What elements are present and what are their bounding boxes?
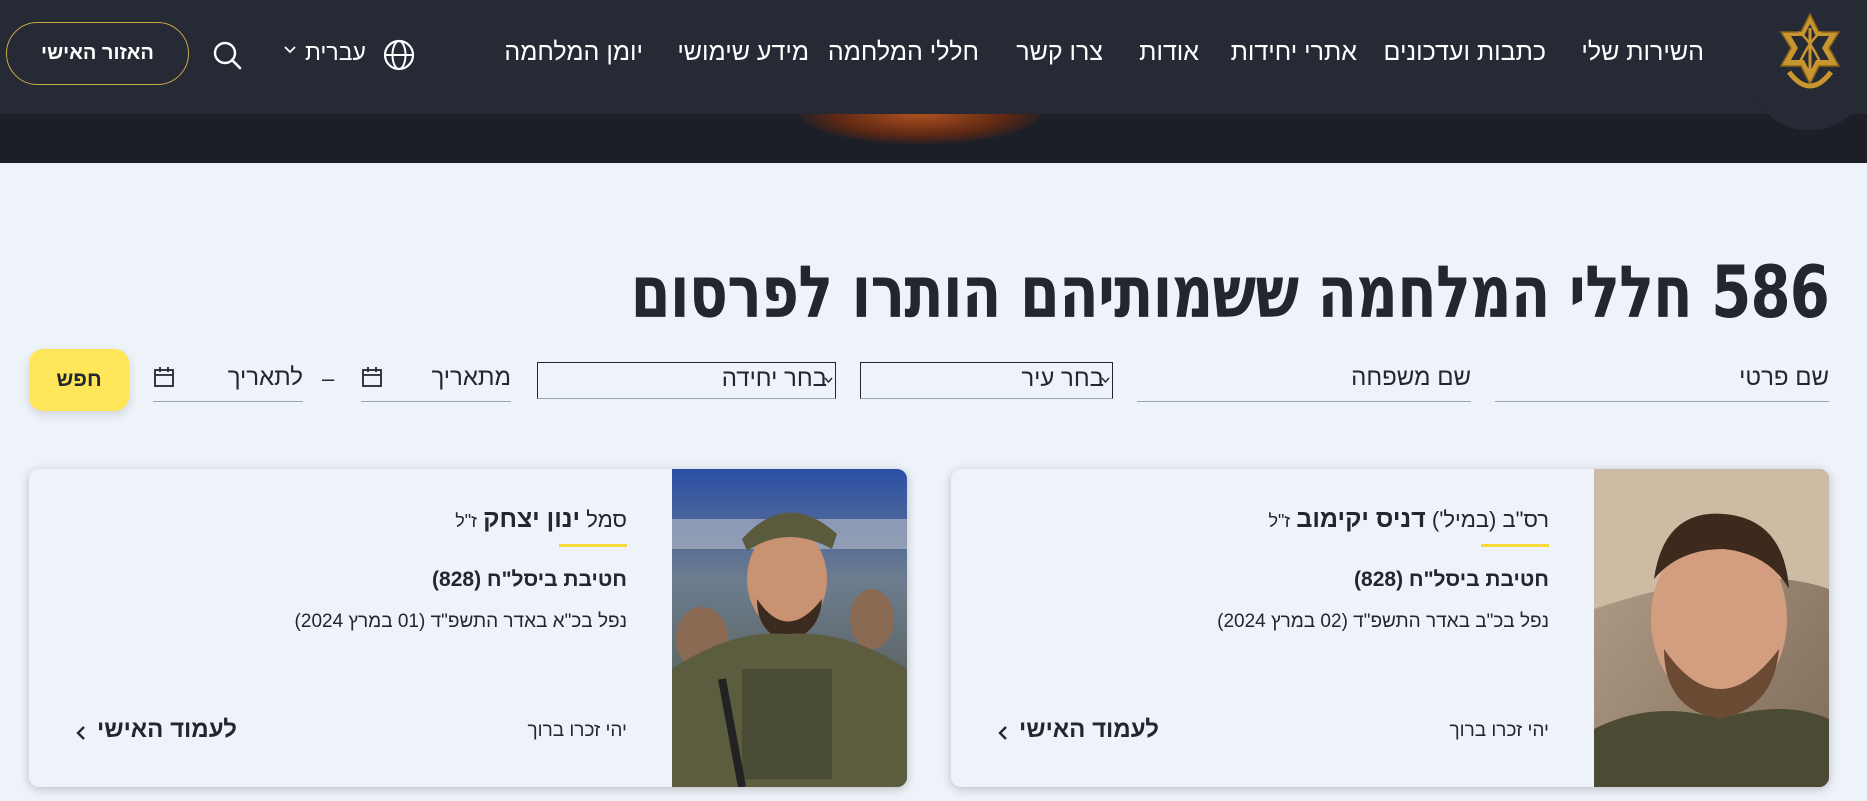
- soldier-rank: רס"ב: [1502, 507, 1550, 532]
- city-select-label: בחר עיר: [1021, 365, 1104, 392]
- calendar-icon[interactable]: [361, 366, 383, 388]
- memorial-text: יהי זכרו ברוך: [527, 720, 627, 741]
- chevron-left-icon[interactable]: [997, 725, 1009, 741]
- hero-glow: [800, 114, 1040, 144]
- globe-icon[interactable]: [382, 38, 416, 72]
- page-title: 586 חללי המלחמה ששמותיהם הותרו לפרסום: [630, 250, 1830, 334]
- idf-emblem-icon[interactable]: [1769, 10, 1851, 105]
- soldier-unit: חטיבת ביסל"ח (828): [1354, 568, 1549, 591]
- soldier-rank-extra: (במיל'): [1431, 507, 1497, 532]
- chevron-left-icon[interactable]: [75, 725, 87, 741]
- name-underline: [1481, 544, 1549, 547]
- to-date-placeholder: לתאריך: [227, 364, 303, 391]
- fallen-card[interactable]: רס"ב (במיל') דניס יקימוב ז"ל חטיבת ביסל"…: [951, 469, 1829, 787]
- from-date-placeholder: מתאריך: [431, 364, 511, 391]
- chevron-down-icon[interactable]: [283, 45, 297, 55]
- personal-page-link[interactable]: לעמוד האישי: [1019, 716, 1159, 744]
- nav-item-contact[interactable]: צרו קשר: [1016, 38, 1103, 67]
- last-name-placeholder: שם משפחה: [1351, 364, 1471, 391]
- name-underline: [559, 544, 627, 547]
- hero-banner: [0, 114, 1867, 163]
- calendar-icon[interactable]: [153, 366, 175, 388]
- soldier-name: רס"ב (במיל') דניס יקימוב ז"ל: [1268, 505, 1549, 534]
- soldier-fell-date: נפל בכ"א באדר התשפ"ד (01 במרץ 2024): [294, 611, 627, 632]
- fallen-card[interactable]: סמל ינון יצחק ז"ל חטיבת ביסל"ח (828) נפל…: [29, 469, 907, 787]
- city-select[interactable]: בחר עיר: [860, 362, 1113, 399]
- soldier-name: סמל ינון יצחק ז"ל: [455, 505, 627, 534]
- to-date-field[interactable]: לתאריך: [153, 358, 303, 402]
- soldier-full-name: דניס יקימוב: [1296, 505, 1426, 533]
- nav-item-unit-sites[interactable]: אתרי יחידות: [1231, 38, 1357, 67]
- chevron-down-icon: [1101, 377, 1110, 384]
- first-name-field[interactable]: שם פרטי: [1495, 358, 1829, 402]
- memorial-text: יהי זכרו ברוך: [1449, 720, 1549, 741]
- soldier-fell-date: נפל בכ"ב באדר התשפ"ד (02 במרץ 2024): [1217, 611, 1549, 632]
- logo-tab[interactable]: [1752, 0, 1867, 130]
- soldier-full-name: ינון יצחק: [483, 505, 581, 533]
- nav-item-about[interactable]: אודות: [1139, 38, 1199, 67]
- search-icon[interactable]: [212, 40, 242, 70]
- soldier-photo: [672, 469, 907, 787]
- first-name-placeholder: שם פרטי: [1739, 364, 1829, 391]
- nav-item-war-diary[interactable]: יומן המלחמה: [504, 38, 643, 67]
- language-selector[interactable]: עברית: [305, 39, 366, 66]
- nav-item-useful-info[interactable]: מידע שימושי: [677, 38, 809, 67]
- personal-page-link[interactable]: לעמוד האישי: [97, 716, 237, 744]
- chevron-down-icon: [824, 377, 833, 384]
- nav-item-articles[interactable]: כתבות ועדכונים: [1383, 38, 1546, 67]
- soldier-suffix: ז"ל: [455, 511, 477, 531]
- soldier-photo: [1594, 469, 1829, 787]
- nav-item-my-service[interactable]: השירות שלי: [1581, 38, 1704, 67]
- unit-select[interactable]: בחר יחידה: [537, 362, 836, 399]
- nav-item-fallen[interactable]: חללי המלחמה: [828, 38, 979, 67]
- search-button[interactable]: חפש: [29, 349, 129, 411]
- personal-area-button[interactable]: האזור האישי: [6, 22, 189, 85]
- last-name-field[interactable]: שם משפחה: [1137, 358, 1471, 402]
- from-date-field[interactable]: מתאריך: [361, 358, 511, 402]
- unit-select-label: בחר יחידה: [721, 365, 827, 392]
- soldier-unit: חטיבת ביסל"ח (828): [432, 568, 627, 591]
- soldier-rank: סמל: [586, 507, 627, 532]
- date-range-dash: –: [322, 366, 335, 391]
- soldier-suffix: ז"ל: [1268, 511, 1291, 531]
